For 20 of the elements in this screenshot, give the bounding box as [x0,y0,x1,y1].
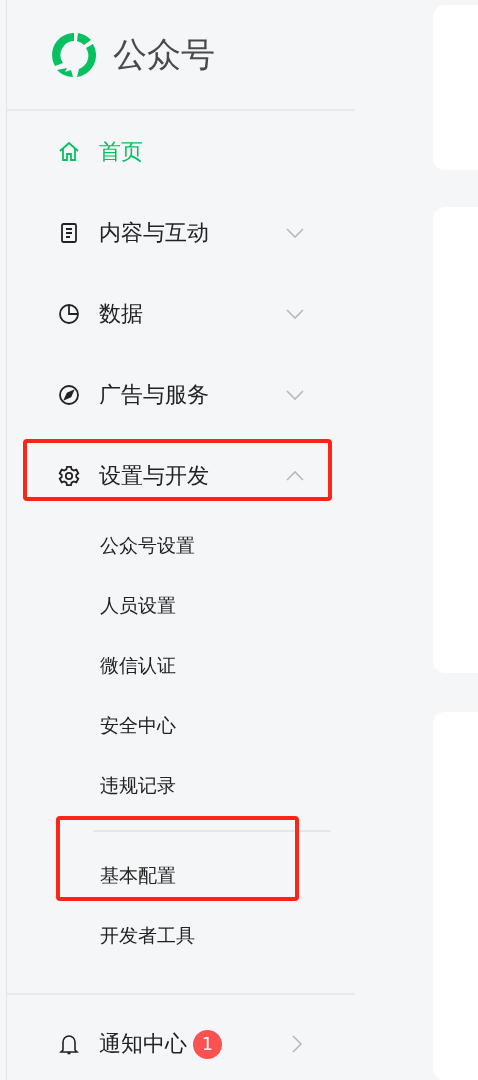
settings-icon [57,463,81,488]
submenu-item[interactable]: 人员设置 [100,576,220,636]
pie-chart-icon [57,301,81,326]
app-title: 公众号 [113,32,215,76]
submenu-item[interactable]: 安全中心 [100,696,220,756]
menu-item[interactable]: 广告与服务 [7,354,355,435]
chevron-right-icon [291,1034,303,1054]
submenu-item[interactable]: 微信认证 [100,636,220,696]
menu-item[interactable]: 设置与开发 [7,435,355,516]
count-badge: 1 [193,1029,222,1059]
submenu-item[interactable]: 基本配置 [100,846,220,906]
submenu-item[interactable]: 违规记录 [100,756,220,816]
menu-item[interactable]: 数据 [7,273,355,354]
submenu-item[interactable]: 公众号设置 [100,516,220,576]
home-icon [57,139,81,164]
menu-item[interactable]: 内容与互动 [7,192,355,273]
compass-icon [57,382,81,407]
bell-icon [57,1032,81,1056]
submenu-item[interactable]: 开发者工具 [100,906,220,966]
notification-center-item[interactable]: 通知中心 1 [7,1023,355,1065]
